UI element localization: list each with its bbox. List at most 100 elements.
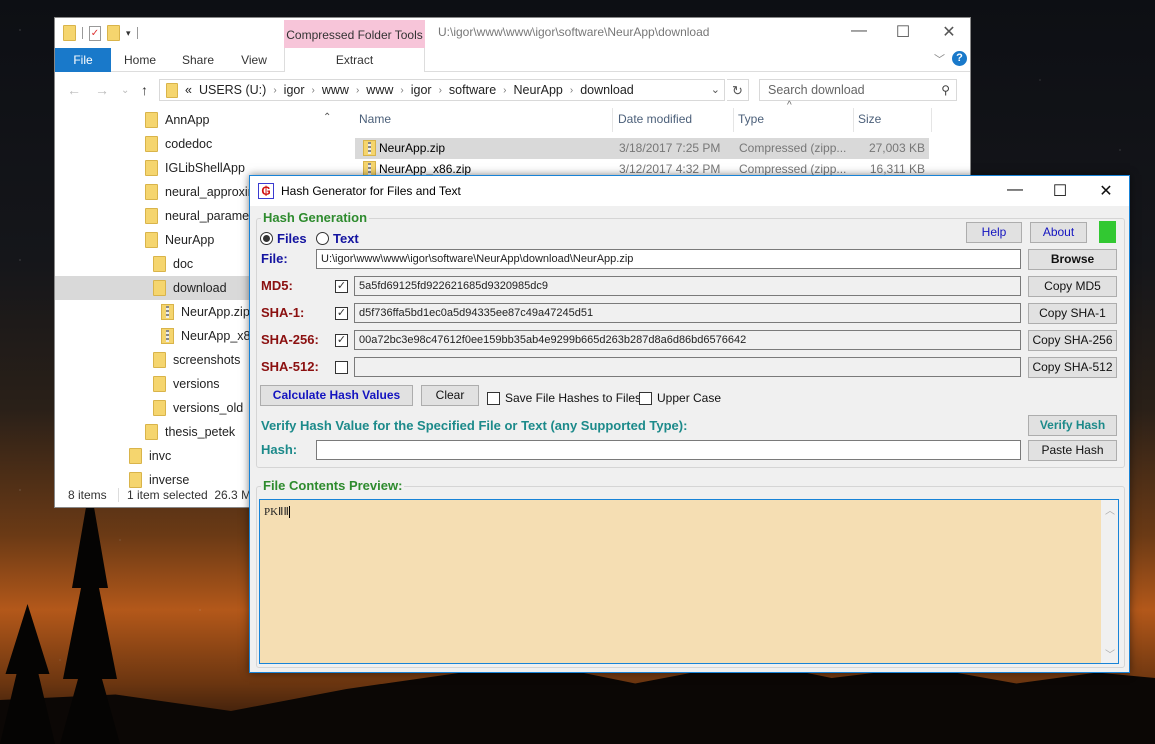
tree-item[interactable]: invc xyxy=(129,444,171,468)
chevron-down-icon[interactable]: ⌄ xyxy=(711,83,720,96)
address-bar[interactable]: « USERS (U:) › igor › www › www › igor ›… xyxy=(159,79,725,101)
copy-md5-button[interactable]: Copy MD5 xyxy=(1028,276,1117,297)
save-hashes-option[interactable]: Save File Hashes to Files xyxy=(487,391,641,405)
close-button[interactable]: ✕ xyxy=(934,22,964,42)
vertical-scrollbar[interactable]: ︿ ﹀ xyxy=(1101,500,1118,663)
tree-item-label: IGLibShellApp xyxy=(165,161,245,175)
tree-item[interactable]: screenshots xyxy=(153,348,240,372)
help-icon[interactable]: ? xyxy=(952,51,967,66)
help-button[interactable]: Help xyxy=(966,222,1022,243)
item-count: 8 items xyxy=(68,488,107,502)
tab-home[interactable]: Home xyxy=(115,48,165,72)
scroll-up-arrow[interactable]: ︿ xyxy=(1105,502,1115,517)
file-name: NeurApp.zip xyxy=(379,141,446,155)
radio-text[interactable]: Text xyxy=(316,231,359,246)
tree-item[interactable]: NeurApp_x86 xyxy=(161,324,257,348)
sha1-value-field[interactable]: d5f736ffa5bd1ec0a5d94335ee87c49a47245d51 xyxy=(354,303,1021,323)
tab-view[interactable]: View xyxy=(231,48,277,72)
browse-button[interactable]: Browse xyxy=(1028,249,1117,270)
breadcrumb-item[interactable]: igor xyxy=(284,83,305,97)
breadcrumb-item[interactable]: www xyxy=(366,83,393,97)
radio-files[interactable]: Files xyxy=(260,231,307,246)
preview-text: PKⅡⅡ xyxy=(264,505,290,519)
file-path-input[interactable]: U:\igor\www\www\igor\software\NeurApp\do… xyxy=(316,249,1021,269)
column-header-name[interactable]: Name xyxy=(355,108,613,132)
folder-icon xyxy=(153,280,166,296)
new-folder-icon[interactable] xyxy=(107,25,120,41)
breadcrumb-item[interactable]: www xyxy=(322,83,349,97)
forward-arrow-icon[interactable]: → xyxy=(95,82,109,98)
sha512-checkbox[interactable] xyxy=(335,361,348,374)
tab-share[interactable]: Share xyxy=(173,48,223,72)
hash-input[interactable] xyxy=(316,440,1021,460)
hash-generator-window: ₲ Hash Generator for Files and Text — ☐ … xyxy=(249,175,1130,673)
tree-item[interactable]: versions_old xyxy=(153,396,243,420)
tree-item[interactable]: NeurApp xyxy=(145,228,214,252)
minimize-button[interactable]: — xyxy=(1000,181,1030,199)
breadcrumb-item[interactable]: USERS (U:) xyxy=(199,83,266,97)
column-header-type[interactable]: Type xyxy=(734,108,854,132)
refresh-button[interactable]: ↻ xyxy=(727,79,749,101)
upper-case-option[interactable]: Upper Case xyxy=(639,391,721,405)
clear-button[interactable]: Clear xyxy=(421,385,479,406)
breadcrumb-item[interactable]: software xyxy=(449,83,496,97)
search-input[interactable]: Search download ⚲ xyxy=(759,79,957,101)
column-header-date[interactable]: Date modified xyxy=(614,108,734,132)
calculate-hash-button[interactable]: Calculate Hash Values xyxy=(260,385,413,406)
sha512-label: SHA-512: xyxy=(261,359,319,374)
tree-item[interactable]: thesis_petek xyxy=(145,420,235,444)
up-arrow-icon[interactable]: ↑ xyxy=(141,82,148,98)
tree-item[interactable]: NeurApp.zip xyxy=(161,300,250,324)
scroll-up-arrow[interactable]: ⌃ xyxy=(323,112,331,123)
file-label: File: xyxy=(261,251,288,266)
sha512-value-field[interactable] xyxy=(354,357,1021,377)
chevron-right-icon: › xyxy=(355,84,360,96)
tree-item[interactable]: neural_approxim xyxy=(145,180,258,204)
maximize-button[interactable]: ☐ xyxy=(888,22,918,42)
tree-item[interactable]: AnnApp xyxy=(145,108,209,132)
md5-value-field[interactable]: 5a5fd69125fd922621685d9320985dc9 xyxy=(354,276,1021,296)
tab-file[interactable]: File xyxy=(55,48,111,72)
copy-sha256-button[interactable]: Copy SHA-256 xyxy=(1028,330,1117,351)
search-placeholder: Search download xyxy=(768,83,865,97)
sha1-checkbox[interactable]: ✓ xyxy=(335,307,348,320)
expand-ribbon-icon[interactable]: ﹀ xyxy=(934,51,945,67)
column-header-size[interactable]: Size xyxy=(854,108,932,132)
file-row-selected[interactable]: NeurApp.zip 3/18/2017 7:25 PM Compressed… xyxy=(355,138,929,159)
close-button[interactable]: ✕ xyxy=(1091,181,1121,201)
back-arrow-icon[interactable]: ← xyxy=(67,82,81,98)
tree-item[interactable]: IGLibShellApp xyxy=(145,156,245,180)
customize-toolbar-icon[interactable]: ▾ xyxy=(126,28,131,39)
tree-item[interactable]: versions xyxy=(153,372,220,396)
save-hashes-checkbox[interactable] xyxy=(487,391,500,405)
tree-item[interactable]: neural_parametr xyxy=(145,204,257,228)
upper-case-checkbox[interactable] xyxy=(639,391,652,405)
tree-item[interactable]: codedoc xyxy=(145,132,212,156)
breadcrumb-item[interactable]: igor xyxy=(411,83,432,97)
chevron-right-icon: › xyxy=(569,84,574,96)
radio-button[interactable] xyxy=(316,232,329,245)
copy-sha512-button[interactable]: Copy SHA-512 xyxy=(1028,357,1117,378)
file-contents-preview[interactable]: PKⅡⅡ ︿ ﹀ xyxy=(259,499,1119,664)
separator xyxy=(118,488,119,502)
search-icon[interactable]: ⚲ xyxy=(941,80,950,100)
breadcrumb-item[interactable]: download xyxy=(580,83,634,97)
about-button[interactable]: About xyxy=(1030,222,1087,243)
verify-hash-button[interactable]: Verify Hash xyxy=(1028,415,1117,436)
md5-checkbox[interactable]: ✓ xyxy=(335,280,348,293)
maximize-button[interactable]: ☐ xyxy=(1045,181,1075,201)
paste-hash-button[interactable]: Paste Hash xyxy=(1028,440,1117,461)
tree-item[interactable]: doc xyxy=(153,252,193,276)
recent-locations-icon[interactable]: ⌄ xyxy=(121,85,129,96)
breadcrumb-item[interactable]: NeurApp xyxy=(514,83,563,97)
radio-button-selected[interactable] xyxy=(260,232,273,245)
sha256-value-field[interactable]: 00a72bc3e98c47612f0ee159bb35ab4e9299b665… xyxy=(354,330,1021,350)
sha256-checkbox[interactable]: ✓ xyxy=(335,334,348,347)
properties-icon[interactable]: ✓ xyxy=(89,25,101,41)
tab-extract[interactable]: Extract xyxy=(284,48,425,72)
zip-file-icon xyxy=(161,328,174,344)
scroll-down-arrow[interactable]: ﹀ xyxy=(1105,646,1115,661)
copy-sha1-button[interactable]: Copy SHA-1 xyxy=(1028,303,1117,324)
minimize-button[interactable]: — xyxy=(844,22,874,40)
breadcrumb-overflow[interactable]: « xyxy=(185,83,192,97)
